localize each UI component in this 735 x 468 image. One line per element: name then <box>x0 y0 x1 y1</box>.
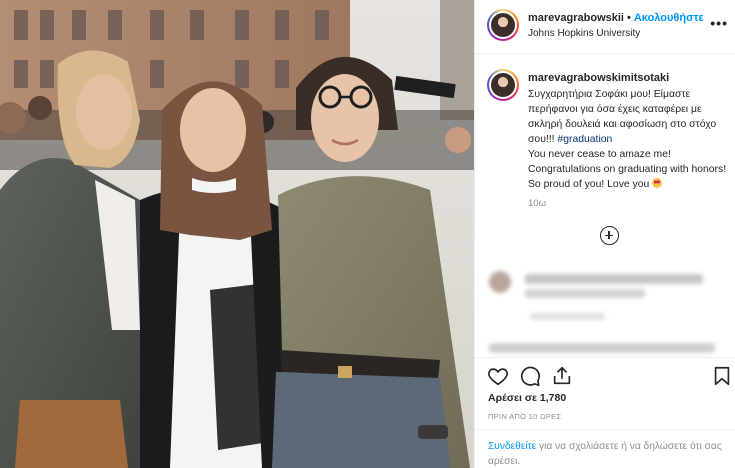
caption-username[interactable]: marevagrabowskimitsotaki <box>528 72 669 84</box>
caption-text: Συγχαρητήρια Σοφάκι μου! Είμαστε περήφαν… <box>528 87 728 192</box>
comment-meta-blurred <box>530 313 605 320</box>
more-options-icon[interactable]: ••• <box>710 15 728 31</box>
post-side-panel: marevagrabowskii • Ακολουθήστε Johns Hopki… <box>474 0 735 468</box>
bookmark-icon[interactable] <box>711 365 733 387</box>
graduation-photo <box>0 0 474 468</box>
share-icon[interactable] <box>551 365 573 387</box>
author-username[interactable]: marevagrabowskii <box>528 12 624 24</box>
caption-english-text: You never cease to amaze me! Congratulat… <box>528 149 727 190</box>
caption-avatar[interactable] <box>487 69 519 101</box>
login-prompt: Συνδεθείτε για να σχολιάσετε ή να δηλώσε… <box>475 429 735 468</box>
avatar[interactable] <box>487 9 519 41</box>
separator-dot: • <box>627 12 631 24</box>
post-header: marevagrabowskii • Ακολουθήστε Johns Hopki… <box>475 0 735 54</box>
follow-button[interactable]: Ακολουθήστε <box>634 12 704 24</box>
comment-icon[interactable] <box>519 365 541 387</box>
heart-eyes-emoji-icon <box>652 178 663 188</box>
likes-count[interactable]: Αρέσει σε 1,780 <box>488 392 566 404</box>
profile-picture <box>491 73 515 97</box>
comment-text-blurred <box>525 274 703 284</box>
load-more-comments-icon[interactable] <box>600 226 619 245</box>
post-timestamp: ΠΡΙΝ ΑΠΟ 10 ΩΡΕΣ <box>488 412 562 421</box>
comment-text-blurred <box>489 343 715 353</box>
post-photo[interactable] <box>0 0 474 468</box>
caption-time: 10ω <box>528 198 546 209</box>
profile-picture <box>491 13 515 37</box>
heart-icon[interactable] <box>487 365 509 387</box>
login-link[interactable]: Συνδεθείτε <box>488 441 536 452</box>
action-bar <box>475 357 735 397</box>
hashtag-link[interactable]: #graduation <box>557 134 612 145</box>
comment-text-blurred <box>525 289 645 298</box>
comment-avatar-blurred <box>489 271 511 293</box>
location-link[interactable]: Johns Hopkins University <box>528 28 640 39</box>
